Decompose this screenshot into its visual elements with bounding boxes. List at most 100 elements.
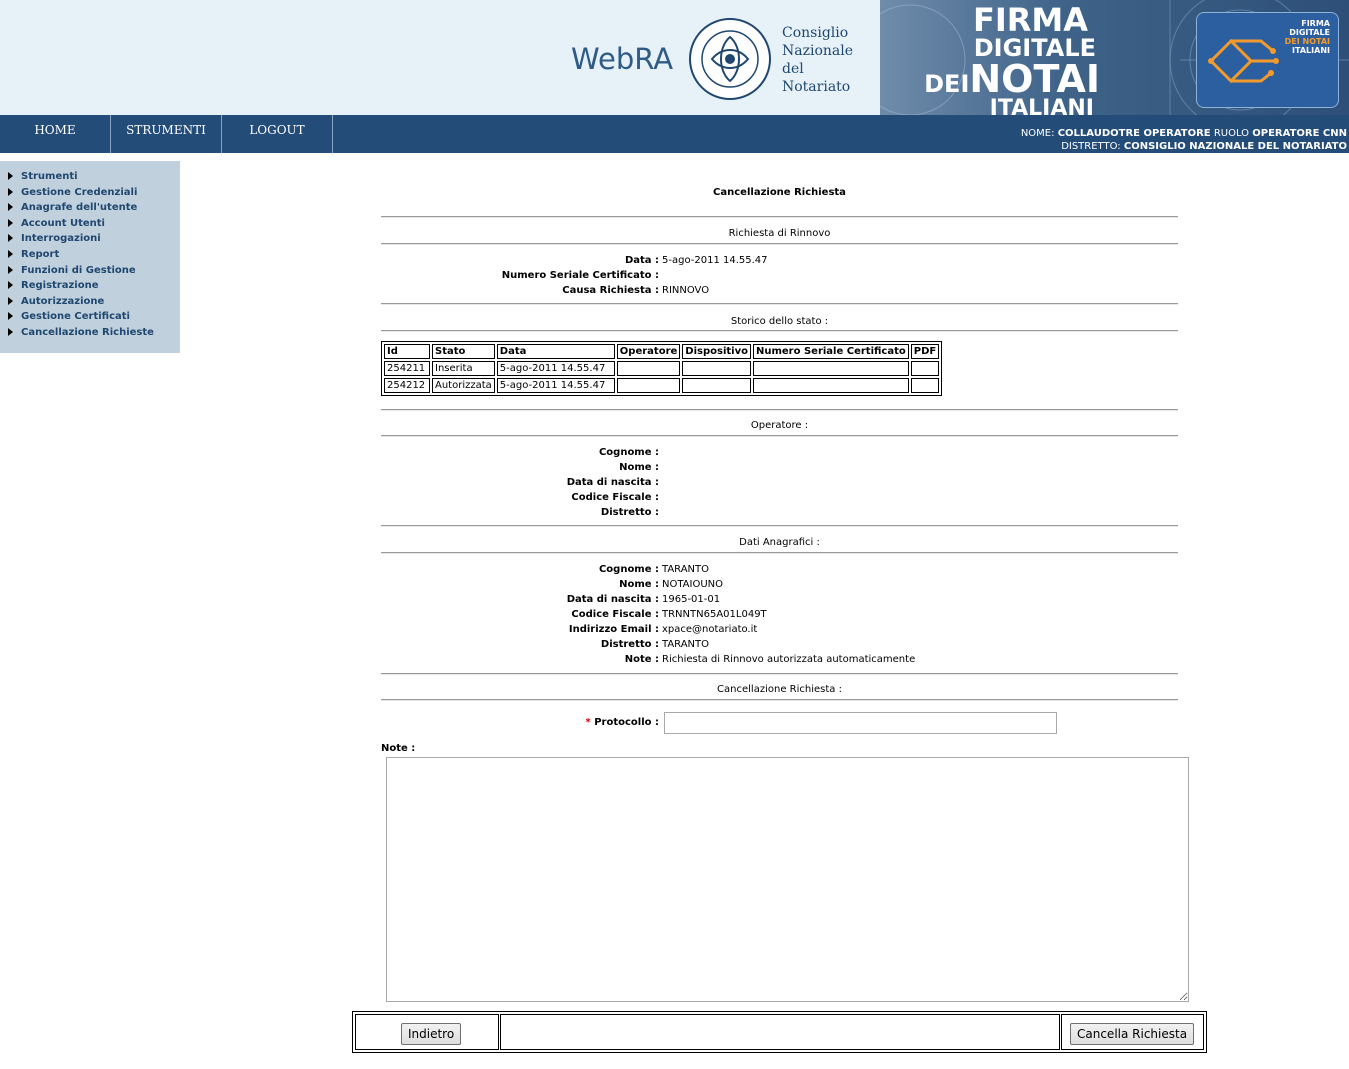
sidebar-item-registrazione[interactable]: Registrazione <box>0 280 180 296</box>
divider <box>381 525 1178 527</box>
cell-stato: Inserita <box>432 361 495 376</box>
cell-numero-seriale <box>752 378 909 393</box>
field-causa-richiesta: Causa Richiesta : RINNOVO <box>562 285 710 296</box>
action-cell-middle <box>500 1014 1060 1050</box>
divider <box>381 330 1178 332</box>
sidebar-item-strumenti[interactable]: Strumenti <box>0 171 180 187</box>
field-codice-fiscale: Codice Fiscale : TRNNTN65A01L049T <box>571 609 767 620</box>
col-numero-seriale: Numero Seriale Certificato <box>752 344 909 359</box>
arrow-right-icon <box>8 203 13 212</box>
arrow-right-icon <box>8 281 13 290</box>
cell-operatore <box>616 361 681 376</box>
action-cell-right: Cancella Richiesta <box>1061 1014 1204 1050</box>
user-district-value: CONSIGLIO NAZIONALE DEL NOTARIATO <box>1123 141 1347 152</box>
col-id: Id <box>384 344 430 359</box>
cell-data: 5-ago-2011 14.55.47 <box>496 378 615 393</box>
col-data: Data <box>496 344 615 359</box>
smart-card-image: FIRMA DIGITALE DEI NOTAI ITALIANI <box>1196 12 1339 108</box>
field-cognome: Cognome : TARANTO <box>598 564 710 575</box>
nav-strumenti[interactable]: STRUMENTI <box>111 115 222 153</box>
sidebar-item-interrogazioni[interactable]: Interrogazioni <box>0 233 180 249</box>
field-numero-seriale: Numero Seriale Certificato : <box>501 270 659 281</box>
divider <box>381 699 1178 701</box>
cancel-request-button[interactable]: Cancella Richiesta <box>1070 1023 1195 1045</box>
divider <box>381 435 1178 437</box>
field-note: Note : Richiesta di Rinnovo autorizzata a… <box>624 654 916 665</box>
user-name-label: NOME: <box>1020 128 1055 139</box>
header: WebRA Consiglio Nazionale del Notariato … <box>0 0 1349 115</box>
arrow-right-icon <box>8 327 13 336</box>
action-cell-left: Indietro <box>355 1014 499 1050</box>
sidebar-item-gestione-certificati[interactable]: Gestione Certificati <box>0 311 180 327</box>
action-bar: Indietro Cancella Richiesta <box>352 1011 1207 1053</box>
protocollo-input[interactable] <box>664 712 1057 734</box>
note-textarea[interactable] <box>386 757 1189 1002</box>
history-table: Id Stato Data Operatore Dispositivo Nume… <box>381 341 943 396</box>
divider <box>381 303 1178 305</box>
table-row: 254211 Inserita 5-ago-2011 14.55.47 <box>384 361 940 376</box>
table-row: 254212 Autorizzata 5-ago-2011 14.55.47 <box>384 378 940 393</box>
cell-stato: Autorizzata <box>432 378 495 393</box>
chip-circuit-icon <box>1208 38 1279 84</box>
sidebar: Strumenti Gestione Credenziali Anagrafe … <box>0 161 180 353</box>
section-title-request: Richiesta di Rinnovo <box>728 228 831 239</box>
sidebar-item-autorizzazione[interactable]: Autorizzazione <box>0 296 180 312</box>
arrow-right-icon <box>8 172 13 180</box>
cell-numero-seriale <box>752 361 909 376</box>
cell-pdf <box>910 378 940 393</box>
divider <box>381 673 1178 675</box>
top-nav: HOME STRUMENTI LOGOUT NOME: COLLAUDOTRE … <box>0 115 1349 153</box>
field-data-nascita: Data di nascita :1965-01-01 <box>566 594 721 605</box>
cell-id: 254211 <box>384 361 430 376</box>
firma-digitale-logo: FIRMA DIGITALE DEINOTAI ITALIANI <box>924 1 1100 115</box>
field-op-data-nascita: Data di nascita : <box>566 477 659 488</box>
sidebar-item-funzioni-gestione[interactable]: Funzioni di Gestione <box>0 265 180 281</box>
field-email: Indirizzo Email : xpace@notariato.it <box>568 624 758 635</box>
note-label: Note : <box>381 743 416 754</box>
field-op-nome: Nome : <box>619 462 659 473</box>
section-title-cancel: Cancellazione Richiesta : <box>717 684 842 695</box>
cell-dispositivo <box>682 378 751 393</box>
page-title: Cancellazione Richiesta <box>713 187 846 198</box>
col-dispositivo: Dispositivo <box>682 344 751 359</box>
field-op-codice-fiscale: Codice Fiscale : <box>571 492 659 503</box>
nav-home[interactable]: HOME <box>0 115 111 153</box>
divider <box>381 409 1178 411</box>
back-button[interactable]: Indietro <box>401 1023 462 1045</box>
cell-id: 254212 <box>384 378 430 393</box>
firma-digitale-banner: FIRMA DIGITALE DEINOTAI ITALIANI FIRMA D… <box>880 0 1349 115</box>
cell-dispositivo <box>682 361 751 376</box>
section-title-anagrafici: Dati Anagrafici : <box>739 537 820 548</box>
notariato-seal-logo <box>689 18 771 100</box>
divider <box>381 216 1178 218</box>
required-mark: * <box>585 717 591 728</box>
sidebar-item-cancellazione-richieste[interactable]: Cancellazione Richieste <box>0 327 180 343</box>
user-info: NOME: COLLAUDOTRE OPERATORE RUOLO OPERAT… <box>1021 127 1347 153</box>
cell-operatore <box>616 378 681 393</box>
arrow-right-icon <box>8 218 13 227</box>
field-distretto: Distretto : TARANTO <box>600 639 710 650</box>
arrow-right-icon <box>8 249 13 258</box>
sidebar-item-account-utenti[interactable]: Account Utenti <box>0 218 180 234</box>
field-op-distretto: Distretto : <box>600 507 659 518</box>
arrow-right-icon <box>8 296 13 305</box>
nav-logout[interactable]: LOGOUT <box>222 115 333 153</box>
sidebar-item-report[interactable]: Report <box>0 249 180 265</box>
arrow-right-icon <box>8 265 13 274</box>
col-pdf: PDF <box>910 344 940 359</box>
protocollo-label: * Protocollo : <box>585 717 659 728</box>
col-stato: Stato <box>432 344 495 359</box>
user-role-label: RUOLO <box>1213 128 1250 139</box>
sidebar-item-gestione-credenziali[interactable]: Gestione Credenziali <box>0 187 180 203</box>
organization-name: Consiglio Nazionale del Notariato <box>782 25 854 95</box>
cell-pdf <box>910 361 940 376</box>
divider <box>381 243 1178 245</box>
cell-data: 5-ago-2011 14.55.47 <box>496 361 615 376</box>
arrow-right-icon <box>8 234 13 243</box>
sidebar-item-anagrafe[interactable]: Anagrafe dell'utente <box>0 202 180 218</box>
divider <box>381 552 1178 554</box>
card-logo-text: FIRMA DIGITALE DEI NOTAI ITALIANI <box>1284 19 1330 55</box>
user-district-label: DISTRETTO: <box>1061 141 1121 152</box>
table-header-row: Id Stato Data Operatore Dispositivo Nume… <box>384 344 940 359</box>
section-title-operator: Operatore : <box>750 420 809 431</box>
